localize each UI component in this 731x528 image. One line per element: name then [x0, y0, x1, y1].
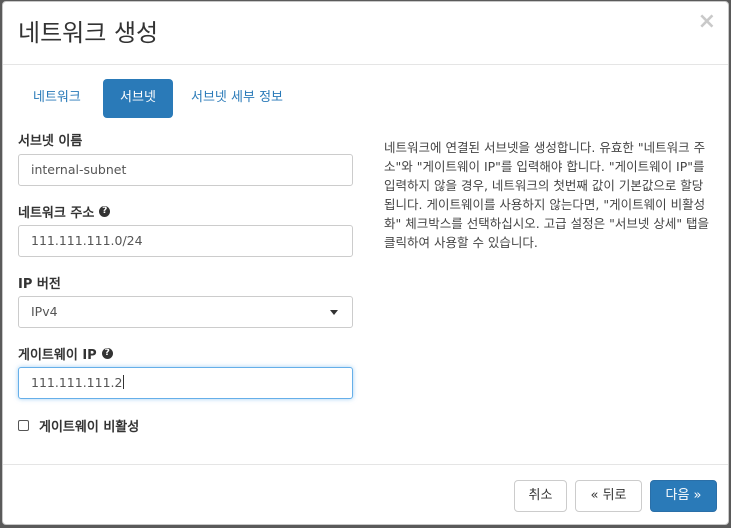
tab-subnet[interactable]: 서브넷	[103, 79, 173, 118]
subnet-name-label: 서브넷 이름	[18, 134, 83, 149]
subnet-name-input[interactable]: internal-subnet	[18, 154, 353, 186]
gateway-ip-value: 111.111.111.2	[31, 375, 123, 390]
create-network-dialog: 네트워크 생성 × 네트워크 서브넷 서브넷 세부 정보 서브넷 이름 inte…	[2, 1, 729, 525]
disable-gateway-label: 게이트웨이 비활성	[39, 420, 140, 435]
gateway-ip-input[interactable]: 111.111.111.2	[18, 367, 353, 399]
help-text: 네트워크에 연결된 서브넷을 생성합니다. 유효한 "네트워크 주소"와 "게이…	[384, 140, 710, 250]
ip-version-value: IPv4	[31, 304, 58, 319]
tab-network[interactable]: 네트워크	[18, 79, 96, 118]
network-address-label: 네트워크 주소 ?	[18, 202, 111, 221]
close-icon[interactable]: ×	[698, 10, 716, 34]
gateway-ip-label: 게이트웨이 IP ?	[18, 344, 113, 363]
next-button[interactable]: 다음 »	[650, 480, 717, 512]
ip-version-label: IP 버전	[18, 277, 61, 292]
dialog-title: 네트워크 생성	[18, 19, 159, 47]
disable-gateway-checkbox[interactable]	[18, 420, 29, 431]
caret-down-icon	[330, 310, 338, 315]
dialog-footer: 취소 « 뒤로 다음 »	[3, 464, 728, 524]
help-icon[interactable]: ?	[99, 206, 111, 217]
back-button[interactable]: « 뒤로	[575, 480, 642, 512]
network-address-input[interactable]: 111.111.111.0/24	[18, 225, 353, 257]
dialog-header: 네트워크 생성 ×	[3, 2, 728, 65]
cancel-button[interactable]: 취소	[514, 480, 567, 512]
disable-gateway-row[interactable]: 게이트웨이 비활성	[18, 416, 139, 435]
tab-subnet-details[interactable]: 서브넷 세부 정보	[176, 79, 298, 118]
ip-version-select[interactable]: IPv4	[18, 296, 353, 328]
help-icon[interactable]: ?	[101, 348, 113, 359]
